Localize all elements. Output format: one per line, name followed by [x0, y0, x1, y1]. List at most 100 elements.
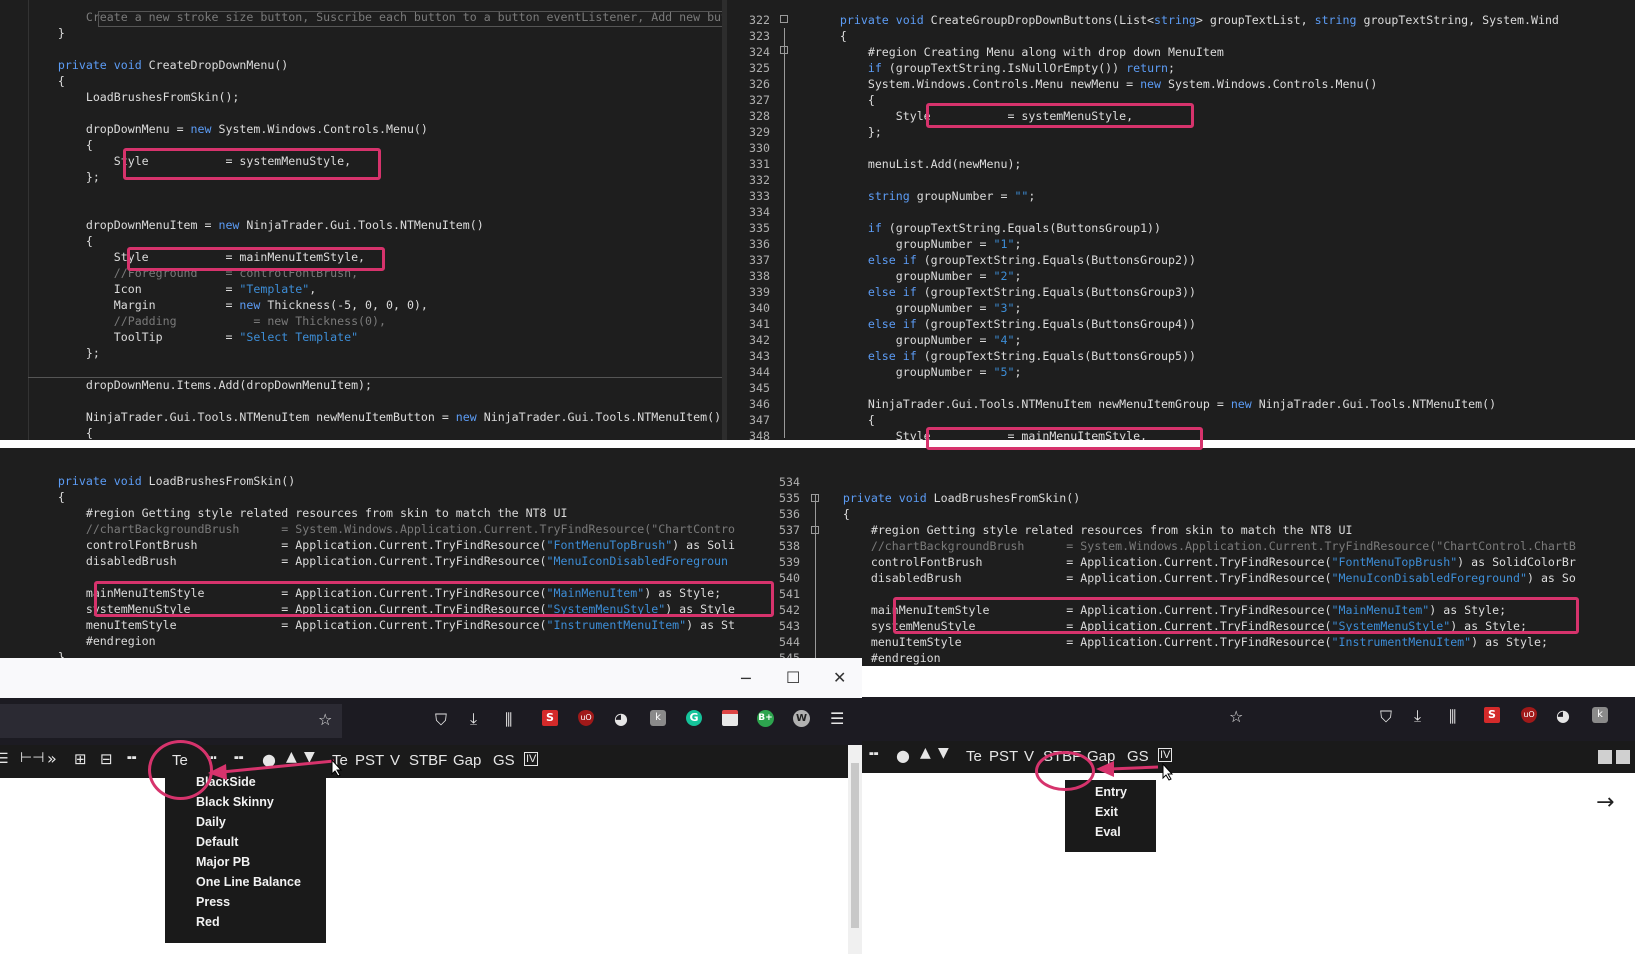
annotation-circle [1035, 751, 1095, 791]
url-bar[interactable] [0, 704, 342, 738]
gs-button[interactable]: GS [493, 752, 515, 769]
stbf-button[interactable]: STBF [409, 752, 447, 769]
left-window: ─ ☐ ✕ ☆ ⛉ ⤓ ⫼ S uO ◕ k G B+ W ☰ ☰ ⊢⊣ » ⊞… [0, 658, 862, 954]
line-number: 345 [749, 381, 770, 395]
pst-button[interactable]: PST [355, 752, 384, 769]
dash-line-icon[interactable]: ╍ [127, 748, 137, 767]
code-token: menuList.Add(newMenu); [812, 157, 1022, 171]
code-token: new [1230, 397, 1252, 411]
menu-item[interactable]: Default [165, 832, 326, 852]
scrollbar-thumb[interactable] [851, 763, 859, 928]
library-icon[interactable]: ⫼ [1449, 707, 1456, 727]
triangle-up-icon[interactable]: ▲ [920, 745, 931, 761]
highlight-box [127, 247, 385, 271]
te-button[interactable]: Te [966, 748, 982, 765]
dash-line-icon[interactable]: ╍ [869, 744, 879, 763]
line-number: 344 [749, 365, 770, 379]
zoom-out-icon[interactable]: ⊟ [100, 750, 113, 768]
code-token: Margin = [30, 298, 240, 312]
code-token: if [867, 61, 882, 75]
code-editor[interactable]: private void LoadBrushesFromSkin() { #re… [30, 473, 735, 658]
line-number: 540 [779, 571, 800, 585]
minimize-button[interactable]: ─ [741, 669, 751, 688]
star-icon[interactable]: ☆ [318, 710, 332, 729]
fold-toggle[interactable] [780, 15, 788, 23]
circle-icon[interactable]: ● [896, 746, 910, 765]
fit-icon[interactable]: ⊢⊣ [20, 750, 44, 766]
code-line: private void LoadBrushesFromSkin() [815, 490, 1576, 506]
ublock-icon[interactable]: uO [1521, 707, 1537, 723]
line-number: 323 [749, 29, 770, 43]
extension-icon[interactable]: B+ [757, 710, 774, 727]
extension-icon[interactable]: S [1484, 707, 1500, 723]
ublock-icon[interactable]: uO [578, 710, 594, 726]
extension-icon[interactable]: ◕ [614, 709, 628, 728]
code-line: #endregion [30, 633, 735, 649]
code-token: //Padding = new Thickness(0), [30, 314, 386, 328]
extension-icon[interactable]: S [542, 710, 558, 726]
line-number: 325 [749, 61, 770, 75]
v-button[interactable]: V [1024, 748, 1034, 765]
menu-item[interactable]: Press [165, 892, 326, 912]
fast-forward-icon[interactable]: » [47, 749, 57, 768]
zoom-in-icon[interactable]: ⊞ [74, 750, 87, 768]
extension-icon[interactable]: W [793, 710, 810, 727]
grammarly-icon[interactable]: G [686, 710, 702, 726]
pocket-icon[interactable]: ⛉ [435, 710, 447, 730]
extension-icon[interactable]: k [1592, 707, 1608, 723]
code-line: LoadBrushesFromSkin(); [30, 89, 727, 105]
code-token: dropDownMenu = [30, 122, 191, 136]
menu-item[interactable]: Daily [165, 812, 326, 832]
code-line: groupNumber = "5"; [812, 364, 1559, 380]
forward-arrow-icon[interactable]: → [1596, 790, 1614, 815]
menu-item[interactable]: Eval [1065, 822, 1156, 842]
gap-button[interactable]: Gap [453, 752, 481, 769]
panel-toggle[interactable] [1598, 750, 1612, 764]
menu-icon[interactable]: ☰ [0, 751, 9, 767]
code-editor[interactable]: private void LoadBrushesFromSkin() { #re… [815, 474, 1576, 666]
menu-item[interactable]: Red [165, 912, 326, 932]
code-editor[interactable]: Create a new stroke size button, Suscrib… [30, 9, 727, 440]
menu-item[interactable]: One Line Balance [165, 872, 326, 892]
v-button[interactable]: V [390, 752, 400, 769]
fold-toggle[interactable] [780, 46, 788, 54]
code-token: #endregion [30, 634, 156, 648]
download-icon[interactable]: ⤓ [470, 709, 477, 729]
maximize-button[interactable]: ☐ [786, 668, 800, 687]
code-token: else if [867, 317, 917, 331]
code-editor[interactable]: private void CreateGroupDropDownButtons(… [812, 12, 1559, 440]
iv-button[interactable]: IV [524, 752, 539, 766]
close-button[interactable]: ✕ [833, 668, 846, 687]
extension-icon[interactable] [722, 710, 738, 726]
extension-icon[interactable]: k [650, 710, 666, 726]
pocket-icon[interactable]: ⛉ [1380, 707, 1392, 727]
pst-button[interactable]: PST [989, 748, 1018, 765]
star-icon[interactable]: ☆ [1229, 707, 1243, 726]
triangle-down-icon[interactable]: ▼ [938, 745, 949, 761]
line-number: 539 [779, 555, 800, 569]
code-token: CreateDropDownMenu() [141, 58, 289, 72]
menu-item[interactable]: Exit [1065, 802, 1156, 822]
code-token: Icon = [30, 282, 240, 296]
code-token: dropDownMenuItem = [30, 218, 219, 232]
code-line: else if (groupTextString.Equals(ButtonsG… [812, 316, 1559, 332]
scrollbar[interactable] [848, 745, 862, 954]
code-token: (groupTextString.Equals(ButtonsGroup3)) [916, 285, 1196, 299]
extension-icon[interactable]: ◕ [1556, 706, 1570, 725]
library-icon[interactable]: ⫼ [505, 710, 512, 730]
hamburger-menu-icon[interactable]: ☰ [830, 709, 844, 728]
line-numbers: 534535536537538539540541542543544545 [770, 474, 800, 666]
code-token: { [812, 29, 847, 43]
download-icon[interactable]: ⤓ [1414, 706, 1421, 726]
menu-item[interactable]: Major PB [165, 852, 326, 872]
panel-toggle[interactable] [1616, 750, 1630, 764]
code-line: disabledBrush = Application.Current.TryF… [30, 553, 735, 569]
code-line: #region Getting style related resources … [30, 505, 735, 521]
code-line: groupNumber = "3"; [812, 300, 1559, 316]
right-window: ☆ ⛉ ⤓ ⫼ S uO ◕ k ╍ ● ▲ ▼ Te PST V STBF G… [862, 666, 1635, 954]
code-token: "InstrumentMenuItem" [1331, 635, 1472, 649]
